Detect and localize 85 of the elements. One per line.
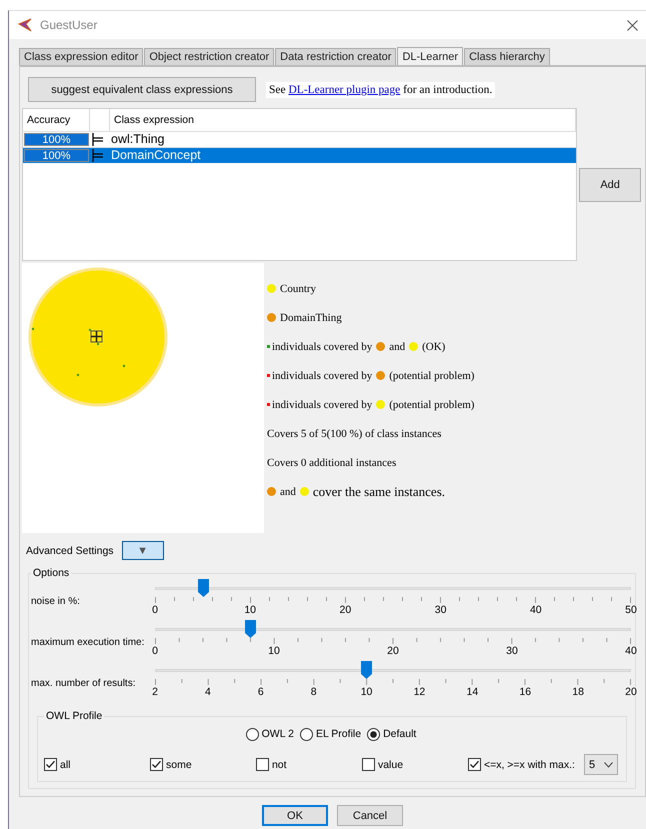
- table-row[interactable]: 100% owl:Thing: [23, 131, 576, 147]
- tab[interactable]: Object restriction creator: [144, 48, 274, 65]
- advanced-settings-label: Advanced Settings: [26, 544, 114, 556]
- add-button[interactable]: Add: [579, 168, 641, 202]
- legend-text: individuals covered by: [272, 370, 372, 382]
- slider-thumb[interactable]: [245, 620, 256, 638]
- legend-text: (potential problem): [389, 398, 474, 410]
- legend-text: and: [389, 340, 406, 352]
- tick-label: 10: [244, 604, 256, 616]
- radio-label[interactable]: EL Profile: [316, 728, 362, 740]
- dialog-button[interactable]: Cancel: [337, 805, 403, 826]
- tick-label: 0: [152, 604, 158, 616]
- tick-label: 14: [466, 686, 478, 698]
- table-cell-text: DomainConcept: [110, 148, 202, 163]
- legend-text: cover the same instances.: [312, 484, 446, 500]
- tick-label: 40: [530, 604, 542, 616]
- tick-label: 18: [572, 686, 584, 698]
- table-row[interactable]: 100% DomainConcept: [23, 147, 576, 163]
- tick-label: 20: [625, 686, 637, 698]
- tick-label: 50: [625, 604, 637, 616]
- advanced-toggle[interactable]: ▼: [122, 541, 164, 560]
- slider-label: noise in %:: [31, 595, 81, 607]
- checkbox[interactable]: [44, 758, 57, 771]
- tick-label: 10: [268, 645, 280, 657]
- radio-label[interactable]: Default: [383, 728, 416, 740]
- tick-label: 8: [310, 686, 317, 698]
- tick-label: 40: [625, 645, 637, 657]
- legend-text: Covers 5 of 5(100 %) of class instances: [267, 428, 442, 440]
- checkbox-label[interactable]: value: [378, 758, 404, 770]
- tick-label: 20: [340, 604, 352, 616]
- radio-button[interactable]: [367, 728, 380, 740]
- chevron-icon: [604, 762, 613, 768]
- legend-text: individuals covered by: [272, 398, 372, 410]
- suggest-button[interactable]: suggest equivalent class expressions: [28, 77, 256, 102]
- app-logo-icon: [18, 18, 32, 32]
- tick-label: 20: [387, 645, 399, 657]
- close-icon[interactable]: [627, 20, 638, 30]
- tab[interactable]: Class expression editor: [19, 48, 144, 65]
- legend-text: and: [280, 486, 296, 498]
- radio-button[interactable]: [300, 728, 313, 740]
- slider-thumb[interactable]: [361, 661, 372, 679]
- legend-text: DomainThing: [280, 312, 342, 324]
- checkbox-label[interactable]: <=x, >=x with max.:: [484, 758, 575, 770]
- tick-label: 12: [414, 686, 426, 698]
- slider-label: maximum execution time:: [31, 636, 146, 648]
- tick-label: 16: [519, 686, 532, 698]
- group-title: Options: [32, 567, 70, 579]
- tick-label: 30: [506, 645, 518, 657]
- dialog-button[interactable]: OK: [262, 805, 328, 826]
- tick-label: 10: [360, 686, 372, 698]
- tick-label: 6: [258, 686, 264, 698]
- checkbox[interactable]: [468, 758, 481, 771]
- slider-label: max. number of results:: [31, 677, 136, 689]
- intro-text: See DL-Learner plugin page for an introduction.: [266, 82, 496, 98]
- radio-button[interactable]: [246, 728, 259, 740]
- tick-label: 0: [152, 645, 158, 657]
- radio-label[interactable]: OWL 2: [262, 728, 294, 740]
- tab[interactable]: Data restriction creator: [275, 48, 396, 65]
- slider[interactable]: [155, 661, 631, 686]
- accuracy-bar: 100%: [24, 149, 89, 162]
- checkbox-label[interactable]: all: [60, 758, 71, 770]
- table-cell-text: owl:Thing: [110, 132, 166, 147]
- legend-text: individuals covered by: [272, 340, 372, 352]
- plugin-page-link[interactable]: DL-Learner plugin page: [288, 84, 400, 96]
- checkbox[interactable]: [256, 758, 269, 771]
- group-title: OWL Profile: [45, 710, 104, 722]
- slider[interactable]: [155, 579, 631, 604]
- checkbox-label[interactable]: not: [272, 758, 287, 770]
- tab[interactable]: Class hierarchy: [464, 48, 550, 65]
- tick-label: 4: [204, 686, 211, 698]
- checkbox-label[interactable]: some: [166, 758, 192, 770]
- tick-label: 30: [434, 604, 446, 616]
- max-dropdown[interactable]: 5: [584, 754, 618, 775]
- checkbox[interactable]: [362, 758, 375, 771]
- slider-thumb[interactable]: [198, 579, 209, 597]
- checkbox[interactable]: [150, 758, 163, 771]
- legend-text: Covers 0 additional instances: [267, 456, 396, 468]
- tick-label: 2: [152, 686, 158, 698]
- legend-text: Country: [280, 282, 316, 294]
- tab[interactable]: DL-Learner: [397, 47, 464, 65]
- legend-text: (OK): [422, 340, 446, 352]
- slider[interactable]: [155, 620, 631, 645]
- window-title: GuestUser: [40, 18, 98, 32]
- legend-text: (potential problem): [389, 370, 474, 382]
- accuracy-bar: 100%: [24, 133, 89, 146]
